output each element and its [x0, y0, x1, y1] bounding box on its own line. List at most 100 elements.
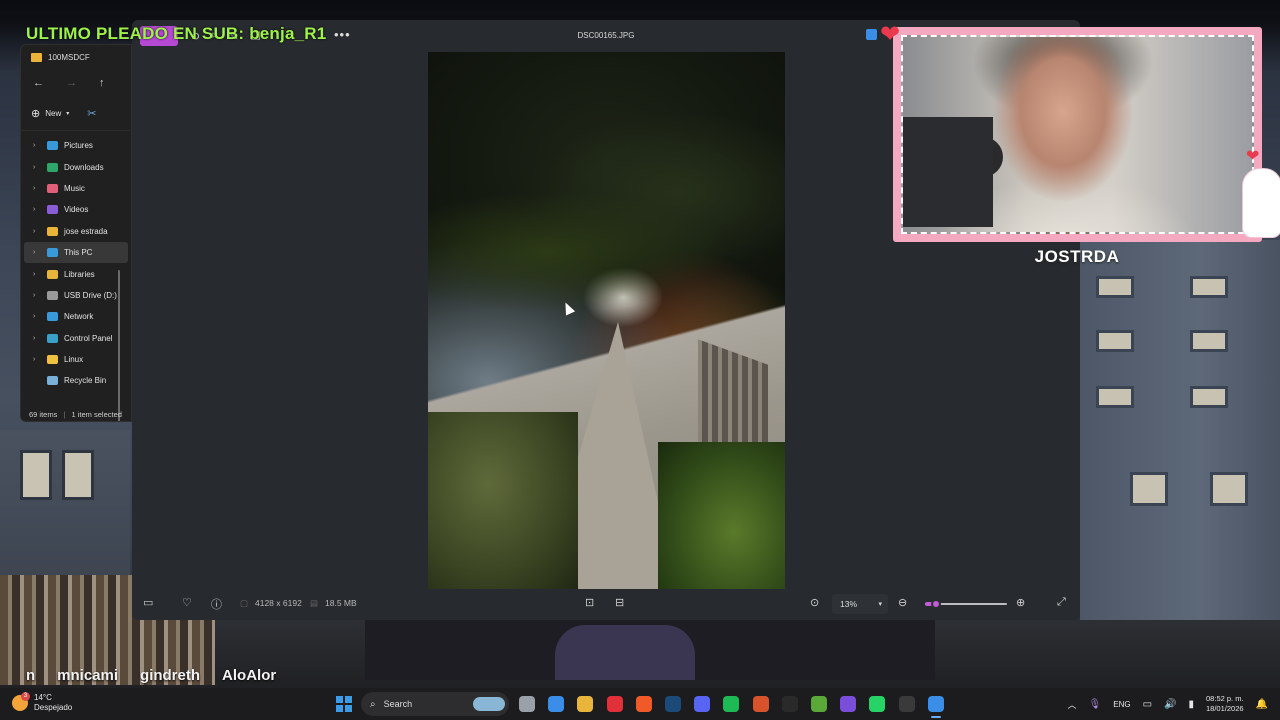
weather-temperature: 14°C	[34, 693, 52, 702]
taskbar: 3 14°C Despejado ⌕ Search ︿ 🎙 ENG ▭ 🔊 ▮ …	[0, 688, 1280, 720]
tree-item[interactable]: › This PC	[24, 241, 128, 264]
opera-icon[interactable]	[606, 696, 623, 712]
zoom-level-select[interactable]: 13% ▾	[832, 594, 888, 614]
text-scan-icon[interactable]: ⊟	[615, 596, 624, 609]
fullscreen-icon[interactable]: ⤢	[1057, 596, 1066, 609]
discord-icon[interactable]	[694, 696, 711, 712]
chevron-right-icon[interactable]: ›	[33, 164, 41, 171]
chevron-right-icon[interactable]: ›	[33, 142, 41, 149]
zoom-in-icon[interactable]: ⊕	[1016, 596, 1025, 609]
chevron-right-icon[interactable]: ›	[33, 206, 41, 213]
chevron-up-icon[interactable]: ︿	[1068, 698, 1077, 711]
tree-item-label: Network	[64, 312, 94, 322]
tree-item[interactable]: Recycle Bin	[21, 370, 131, 391]
stream-overlay-title: ULTIMO PLEADO EN SUB: benja_R1	[26, 24, 327, 43]
cut-icon[interactable]: ✂	[87, 107, 96, 120]
tree-item-label: Recycle Bin	[64, 376, 107, 386]
downloads-icon	[47, 162, 58, 172]
usb-drive-icon	[47, 290, 58, 300]
tree-item-label: jose estrada	[64, 226, 108, 236]
chevron-right-icon[interactable]: ›	[33, 292, 41, 299]
search-icon: ⌕	[370, 698, 376, 710]
chevron-right-icon[interactable]: ›	[33, 271, 41, 278]
clock[interactable]: 08:52 p. m. 18/01/2026	[1206, 694, 1244, 714]
file-explorer-icon[interactable]	[577, 696, 594, 712]
item-count: 69 items	[29, 410, 58, 419]
info-icon[interactable]: ⓘ	[211, 596, 222, 612]
zoom-out-icon[interactable]: ⊖	[898, 596, 907, 609]
tree-item-label: Libraries	[64, 269, 95, 279]
network-icon[interactable]: ▭	[1143, 699, 1152, 710]
tree-item[interactable]: › Videos	[21, 199, 131, 220]
explorer-scrollbar[interactable]	[118, 270, 120, 421]
tree-item-label: Linux	[64, 355, 84, 365]
volume-icon[interactable]: 🔊	[1164, 699, 1176, 710]
stream-chat-names: n mnicami gindreth AloAlor	[26, 667, 276, 684]
back-arrow-icon[interactable]: ←	[33, 77, 44, 89]
chevron-right-icon[interactable]: ›	[33, 313, 41, 320]
zoom-level-value: 13%	[840, 599, 858, 609]
tree-item[interactable]: › Control Panel	[21, 328, 131, 349]
wallpaper-building-left	[0, 430, 130, 590]
task-view-icon[interactable]	[519, 696, 535, 712]
filmstrip-icon[interactable]: ▭	[143, 596, 153, 609]
brave-icon[interactable]	[635, 696, 652, 712]
tree-item[interactable]: › Libraries	[21, 263, 131, 284]
start-button[interactable]	[336, 696, 352, 712]
edit-image-icon[interactable]	[866, 29, 877, 40]
chevron-right-icon[interactable]: ›	[33, 185, 41, 192]
tree-item[interactable]: › Linux	[21, 349, 131, 370]
webcam-background-shelf	[903, 117, 993, 227]
office-icon[interactable]	[752, 696, 769, 712]
heart-sticker-icon: ❤	[880, 21, 901, 48]
actual-size-icon[interactable]: ⊙	[810, 596, 819, 609]
taskbar-search[interactable]: ⌕ Search	[361, 692, 509, 716]
minecraft-icon[interactable]	[811, 696, 827, 712]
favorite-heart-icon[interactable]: ♡	[182, 596, 192, 609]
weather-sun-icon: 3	[12, 692, 30, 711]
epic-games-icon[interactable]	[781, 696, 798, 712]
recycle-bin-icon	[47, 376, 58, 386]
spotify-icon[interactable]	[723, 696, 740, 712]
tree-item[interactable]: › Network	[21, 306, 131, 327]
tree-item[interactable]: › Downloads	[21, 156, 131, 177]
folder-icon	[47, 269, 58, 279]
zoom-slider-thumb[interactable]	[930, 599, 941, 609]
visual-search-icon[interactable]: ⊡	[585, 596, 594, 609]
explorer-nav-row: ← → ↑	[21, 69, 131, 97]
explorer-tab[interactable]: 100MSDCF	[21, 45, 131, 69]
chevron-right-icon[interactable]: ›	[33, 356, 41, 363]
weather-widget[interactable]: 3 14°C Despejado	[12, 692, 72, 713]
up-arrow-icon[interactable]: ↑	[99, 77, 105, 89]
dimensions-icon: ▢	[240, 598, 249, 608]
tree-item[interactable]: › Pictures	[21, 135, 131, 156]
zoom-slider[interactable]	[925, 599, 1007, 609]
new-button[interactable]: ⊕ New ▾	[31, 107, 69, 120]
chevron-right-icon[interactable]: ›	[33, 249, 41, 256]
tree-item[interactable]: › USB Drive (D:)	[21, 285, 131, 306]
clock-date: 18/01/2026	[1206, 704, 1244, 713]
obs-icon[interactable]	[898, 696, 915, 712]
forward-arrow-icon[interactable]: →	[66, 77, 77, 89]
displayed-photo[interactable]	[428, 52, 785, 589]
tree-item-label: Downloads	[64, 162, 104, 172]
language-indicator[interactable]: ENG	[1113, 700, 1130, 709]
tree-item-label: Videos	[64, 205, 89, 215]
chevron-right-icon[interactable]: ›	[33, 335, 41, 342]
photos-app-icon[interactable]	[548, 696, 565, 712]
pictures-icon	[47, 141, 58, 151]
tree-item[interactable]: › jose estrada	[21, 221, 131, 242]
videos-icon	[47, 205, 58, 215]
battery-icon[interactable]: ▮	[1188, 699, 1194, 710]
tree-item-label: Music	[64, 183, 85, 193]
chevron-right-icon[interactable]: ›	[33, 228, 41, 235]
system-tray: ︿ 🎙 ENG ▭ 🔊 ▮ 08:52 p. m. 18/01/2026 🔔	[1068, 688, 1268, 720]
tree-item[interactable]: › Music	[21, 178, 131, 199]
obsidian-icon[interactable]	[840, 696, 857, 712]
notification-bell-icon[interactable]: 🔔	[1256, 699, 1268, 710]
steam-icon[interactable]	[665, 696, 681, 712]
photos-active-icon[interactable]	[927, 696, 944, 718]
tree-item-label: USB Drive (D:)	[64, 290, 117, 300]
microphone-icon[interactable]: 🎙	[1089, 699, 1102, 710]
whatsapp-icon[interactable]	[869, 696, 886, 712]
